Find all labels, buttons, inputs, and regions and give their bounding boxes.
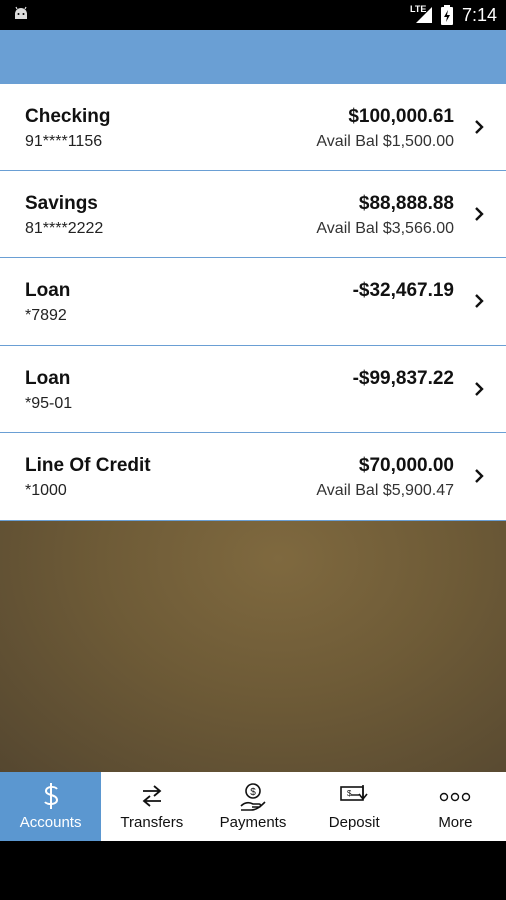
account-number: *1000: [25, 482, 67, 500]
account-balance: -$99,837.22: [352, 367, 454, 389]
account-row-checking[interactable]: Checking 91****1156 $100,000.61 Avail Ba…: [0, 83, 506, 171]
tab-label: Payments: [219, 814, 287, 831]
account-balance: $100,000.61: [348, 106, 454, 127]
tab-label: Accounts: [19, 814, 82, 831]
account-name: Line Of Credit: [25, 455, 151, 477]
account-balance: $70,000.00: [358, 455, 454, 477]
status-clock: 7:14: [462, 5, 498, 25]
svg-text:$: $: [347, 789, 352, 798]
account-number: *95-01: [25, 394, 73, 412]
chevron-right-icon: [472, 467, 486, 485]
tab-deposit[interactable]: $ Deposit: [304, 772, 405, 841]
account-number: *7892: [25, 307, 67, 325]
tab-payments[interactable]: $ Payments: [202, 772, 303, 841]
system-navigation-bar: [0, 841, 506, 900]
available-balance: Avail Bal $1,500.00: [316, 133, 454, 150]
chevron-right-icon: [472, 292, 486, 310]
transfer-arrows-icon: [139, 782, 165, 815]
tab-label: Transfers: [120, 814, 184, 831]
brand-background: [0, 521, 506, 772]
account-name: Checking: [25, 106, 111, 127]
chevron-right-icon: [472, 380, 486, 398]
account-row-loan-2[interactable]: Loan *95-01 -$99,837.22: [0, 345, 506, 434]
app-header: [0, 30, 506, 83]
tab-label: More: [438, 814, 473, 831]
account-name: Loan: [25, 280, 71, 302]
available-balance: Avail Bal $3,566.00: [316, 219, 454, 237]
battery-icon: [440, 5, 454, 30]
check-deposit-icon: $: [339, 782, 369, 815]
signal-icon: [414, 6, 434, 29]
tab-more[interactable]: More: [405, 772, 506, 841]
tab-accounts[interactable]: Accounts: [0, 772, 102, 841]
account-name: Loan: [25, 367, 71, 389]
chevron-right-icon: [472, 205, 486, 223]
account-number: 91****1156: [25, 133, 103, 150]
status-bar: LTE 7:14: [0, 0, 506, 30]
account-row-line-of-credit[interactable]: Line Of Credit *1000 $70,000.00 Avail Ba…: [0, 433, 506, 521]
account-name: Savings: [25, 192, 98, 214]
account-list: Checking 91****1156 $100,000.61 Avail Ba…: [0, 83, 506, 521]
tab-label: Deposit: [328, 814, 380, 831]
dollar-icon: [40, 782, 62, 815]
account-row-savings[interactable]: Savings 81****2222 $88,888.88 Avail Bal …: [0, 170, 506, 259]
available-balance: Avail Bal $5,900.47: [316, 482, 454, 500]
android-icon: [12, 5, 30, 28]
bottom-tab-bar: Accounts Transfers $ Payments $ Deposit …: [0, 772, 506, 841]
account-number: 81****2222: [25, 219, 104, 237]
hand-coin-icon: $: [239, 782, 267, 817]
account-balance: -$32,467.19: [352, 280, 454, 302]
chevron-right-icon: [472, 118, 486, 136]
tab-transfers[interactable]: Transfers: [101, 772, 202, 841]
account-row-loan[interactable]: Loan *7892 -$32,467.19: [0, 258, 506, 346]
account-balance: $88,888.88: [358, 192, 454, 214]
more-dots-icon: [439, 782, 471, 815]
svg-text:$: $: [250, 787, 256, 798]
